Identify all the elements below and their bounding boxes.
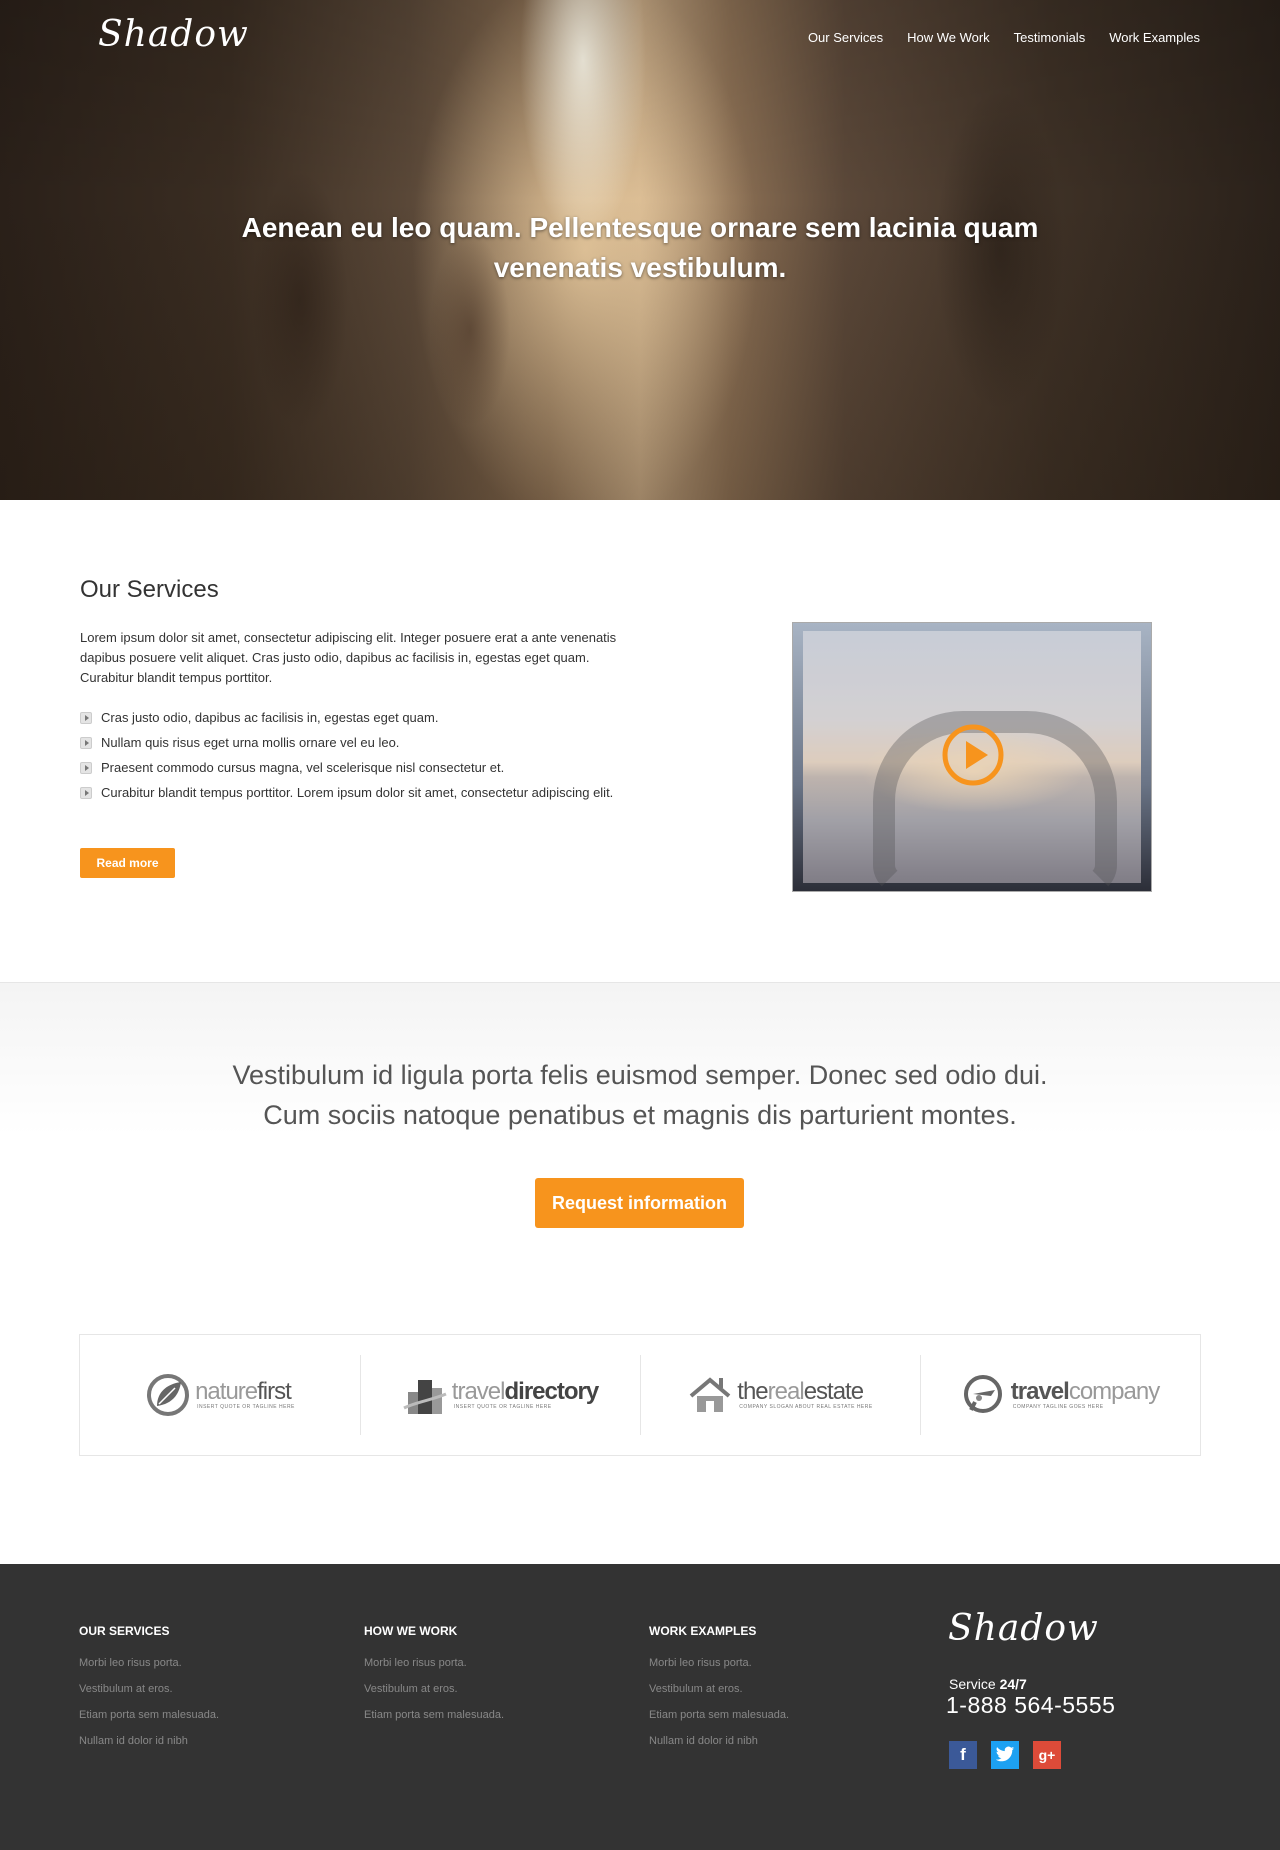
client-name-bold: first bbox=[257, 1378, 292, 1405]
nav-work-examples[interactable]: Work Examples bbox=[1109, 30, 1200, 45]
video-thumbnail[interactable] bbox=[803, 631, 1141, 895]
list-item: Praesent commodo cursus magna, vel scele… bbox=[80, 758, 640, 778]
client-logo-travelcompany[interactable]: travelcompany COMPANY TAGLINE GOES HERE bbox=[920, 1335, 1200, 1455]
bullet-arrow-icon bbox=[80, 762, 92, 774]
footer-link[interactable]: Etiam porta sem malesuada. bbox=[649, 1708, 789, 1722]
bullet-arrow-icon bbox=[80, 712, 92, 724]
footer-column-title: WORK EXAMPLES bbox=[649, 1624, 757, 1638]
client-tagline: COMPANY SLOGAN ABOUT REAL ESTATE HERE bbox=[739, 1404, 873, 1410]
bullet-arrow-icon bbox=[80, 787, 92, 799]
list-item-text: Nullam quis risus eget urna mollis ornar… bbox=[101, 735, 400, 750]
cta-section bbox=[0, 982, 1280, 1322]
facebook-glyph: f bbox=[960, 1745, 966, 1764]
footer-link[interactable]: Etiam porta sem malesuada. bbox=[79, 1708, 219, 1722]
list-item-text: Curabitur blandit tempus porttitor. Lore… bbox=[101, 785, 614, 800]
client-tagline: INSERT QUOTE OR TAGLINE HERE bbox=[197, 1404, 295, 1410]
footer-link[interactable]: Morbi leo risus porta. bbox=[649, 1656, 789, 1670]
client-logo-traveldirectory[interactable]: traveldirectory INSERT QUOTE OR TAGLINE … bbox=[360, 1335, 640, 1455]
list-item: Cras justo odio, dapibus ac facilisis in… bbox=[80, 708, 640, 728]
phone-number[interactable]: 1-888 564-5555 bbox=[946, 1692, 1115, 1719]
facebook-icon[interactable]: f bbox=[949, 1741, 977, 1769]
footer-column-title: OUR SERVICES bbox=[79, 1624, 170, 1638]
cta-text-line1: Vestibulum id ligula porta felis euismod… bbox=[232, 1060, 1048, 1090]
services-title: Our Services bbox=[80, 576, 219, 603]
footer-link[interactable]: Vestibulum at eros. bbox=[649, 1682, 789, 1696]
services-paragraph: Lorem ipsum dolor sit amet, consectetur … bbox=[80, 630, 617, 685]
client-name-bold: estate bbox=[803, 1378, 864, 1405]
client-name-lite: nature bbox=[195, 1378, 258, 1405]
client-name-lite: travel bbox=[451, 1378, 506, 1405]
service-hours-label: Service 24/7 bbox=[949, 1676, 1027, 1692]
play-icon[interactable] bbox=[941, 723, 1005, 787]
cta-text: Vestibulum id ligula porta felis euismod… bbox=[140, 1055, 1140, 1135]
bullet-arrow-icon bbox=[80, 737, 92, 749]
footer-link[interactable]: Nullam id dolor id nibh bbox=[79, 1734, 219, 1748]
social-links: f g+ bbox=[949, 1741, 1061, 1769]
service-hours: 24/7 bbox=[999, 1676, 1027, 1692]
cta-text-line2: Cum sociis natoque penatibus et magnis d… bbox=[263, 1100, 1017, 1130]
footer-column-how-we-work: HOW WE WORK Morbi leo risus porta. Vesti… bbox=[364, 1624, 504, 1734]
google-plus-icon[interactable]: g+ bbox=[1033, 1741, 1061, 1769]
footer-link[interactable]: Morbi leo risus porta. bbox=[79, 1656, 219, 1670]
footer-link[interactable]: Nullam id dolor id nibh bbox=[649, 1734, 789, 1748]
footer-logo[interactable]: Shadow bbox=[948, 1608, 1099, 1649]
site-logo[interactable]: Shadow bbox=[98, 14, 249, 55]
plane-bubble-icon bbox=[963, 1375, 1002, 1413]
video-player[interactable] bbox=[792, 622, 1152, 895]
leaf-icon bbox=[147, 1374, 190, 1416]
footer-link[interactable]: Morbi leo risus porta. bbox=[364, 1656, 504, 1670]
google-plus-glyph: g+ bbox=[1038, 1747, 1056, 1763]
list-item: Nullam quis risus eget urna mollis ornar… bbox=[80, 733, 640, 753]
list-item-text: Praesent commodo cursus magna, vel scele… bbox=[101, 760, 505, 775]
buildings-icon bbox=[403, 1380, 447, 1414]
footer-link[interactable]: Etiam porta sem malesuada. bbox=[364, 1708, 504, 1722]
footer-column-work-examples: WORK EXAMPLES Morbi leo risus porta. Ves… bbox=[649, 1624, 789, 1760]
hero-title: Aenean eu leo quam. Pellentesque ornare … bbox=[241, 212, 1039, 283]
twitter-bird-icon bbox=[995, 1746, 1015, 1762]
hero-banner: Shadow Our Services How We Work Testimon… bbox=[0, 0, 1280, 500]
nav-testimonials[interactable]: Testimonials bbox=[1014, 30, 1086, 45]
footer-column-title: HOW WE WORK bbox=[364, 1624, 458, 1638]
list-item: Curabitur blandit tempus porttitor. Lore… bbox=[80, 783, 640, 803]
footer-link[interactable]: Vestibulum at eros. bbox=[79, 1682, 219, 1696]
footer-column-our-services: OUR SERVICES Morbi leo risus porta. Vest… bbox=[79, 1624, 219, 1760]
client-name-bold: directory bbox=[504, 1378, 599, 1405]
nav-our-services[interactable]: Our Services bbox=[808, 30, 883, 45]
house-icon bbox=[689, 1377, 731, 1412]
client-logo-therealestate[interactable]: therealestate COMPANY SLOGAN ABOUT REAL … bbox=[640, 1335, 920, 1455]
list-item-text: Cras justo odio, dapibus ac facilisis in… bbox=[101, 710, 439, 725]
client-name-mid: real bbox=[767, 1378, 805, 1405]
client-name-bold: company bbox=[1068, 1378, 1160, 1405]
service-label-text: Service bbox=[949, 1676, 1000, 1692]
read-more-button[interactable]: Read more bbox=[80, 848, 175, 878]
client-logo-naturefirst[interactable]: naturefirst INSERT QUOTE OR TAGLINE HERE bbox=[80, 1335, 360, 1455]
nav-how-we-work[interactable]: How We Work bbox=[907, 30, 990, 45]
main-nav: Our Services How We Work Testimonials Wo… bbox=[784, 30, 1200, 45]
twitter-icon[interactable] bbox=[991, 1741, 1019, 1769]
client-name-lite: travel bbox=[1010, 1378, 1070, 1405]
footer-link[interactable]: Vestibulum at eros. bbox=[364, 1682, 504, 1696]
features-list: Cras justo odio, dapibus ac facilisis in… bbox=[80, 708, 640, 808]
client-name-lite: the bbox=[737, 1378, 768, 1405]
request-information-button[interactable]: Request information bbox=[535, 1178, 744, 1228]
client-logos: naturefirst INSERT QUOTE OR TAGLINE HERE… bbox=[79, 1334, 1201, 1456]
